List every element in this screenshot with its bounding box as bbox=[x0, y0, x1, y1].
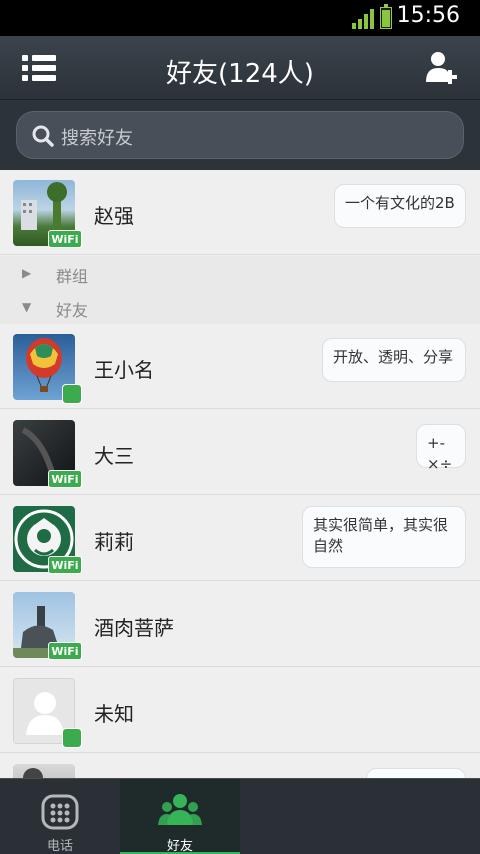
bottom-tab-bar: 电话 好友 bbox=[0, 778, 480, 854]
list-item[interactable] bbox=[0, 754, 480, 778]
chevron-right-icon: ▶ bbox=[22, 266, 32, 280]
signal-icon bbox=[352, 9, 376, 29]
group-label: 好友 bbox=[56, 301, 89, 320]
list-item[interactable]: 未知 bbox=[0, 668, 480, 753]
list-item[interactable]: WiFi 赵强 一个有文化的2B bbox=[0, 170, 480, 255]
status-bubble: 一个有文化的2B bbox=[334, 184, 466, 228]
dialpad-icon bbox=[41, 794, 79, 830]
online-badge bbox=[62, 728, 82, 748]
group-header-friends[interactable]: ▼ 好友 bbox=[0, 290, 480, 324]
status-time: 15:56 bbox=[396, 3, 460, 28]
status-bubble bbox=[366, 768, 466, 778]
tab-friends[interactable]: 好友 bbox=[120, 779, 240, 854]
add-friend-icon[interactable] bbox=[424, 50, 462, 86]
wifi-badge: WiFi bbox=[48, 470, 82, 488]
group-header-groups[interactable]: ▶ 群组 bbox=[0, 256, 480, 290]
tab-phone[interactable]: 电话 bbox=[0, 779, 120, 854]
search-input[interactable]: 搜索好友 bbox=[16, 111, 464, 159]
online-badge bbox=[62, 384, 82, 404]
status-bubble: +-×÷ bbox=[416, 424, 466, 473]
status-line: 自然 bbox=[313, 537, 344, 555]
list-item[interactable]: WiFi 酒肉菩萨 bbox=[0, 582, 480, 667]
contact-name: 莉莉 bbox=[94, 530, 134, 554]
search-placeholder: 搜索好友 bbox=[61, 128, 133, 149]
status-line: 其实很简单，其实很 bbox=[313, 516, 449, 534]
search-icon bbox=[32, 125, 54, 147]
wifi-badge: WiFi bbox=[48, 230, 82, 248]
tab-label: 电话 bbox=[46, 839, 73, 854]
wifi-badge: WiFi bbox=[48, 556, 82, 574]
avatar bbox=[13, 764, 75, 778]
contacts-icon bbox=[158, 794, 202, 825]
contact-name: 王小名 bbox=[94, 358, 154, 382]
contact-name: 赵强 bbox=[94, 204, 134, 228]
contact-name: 大三 bbox=[94, 444, 134, 468]
wifi-badge: WiFi bbox=[48, 642, 82, 660]
list-item[interactable]: WiFi 莉莉 其实很简单，其实很 自然 bbox=[0, 496, 480, 581]
app-header: 好友(124人) bbox=[0, 36, 480, 100]
status-bar: 15:56 bbox=[0, 0, 480, 36]
status-bubble: 其实很简单，其实很 自然 bbox=[302, 506, 466, 568]
contact-name: 未知 bbox=[94, 702, 134, 726]
search-bar: 搜索好友 bbox=[0, 100, 480, 170]
page-title: 好友(124人) bbox=[166, 59, 314, 89]
list-item[interactable]: 王小名 开放、透明、分享 bbox=[0, 324, 480, 409]
group-label: 群组 bbox=[56, 267, 89, 286]
tab-label: 好友 bbox=[166, 839, 193, 854]
chevron-down-icon: ▼ bbox=[22, 300, 32, 314]
status-bubble: 开放、透明、分享 bbox=[322, 338, 466, 382]
friend-list[interactable]: WiFi 赵强 一个有文化的2B ▶ 群组 ▼ 好友 王小名 开放、透明、分享 bbox=[0, 170, 480, 778]
contact-name: 酒肉菩萨 bbox=[94, 616, 174, 640]
list-item[interactable]: WiFi 大三 +-×÷ bbox=[0, 410, 480, 495]
battery-icon bbox=[380, 4, 392, 29]
